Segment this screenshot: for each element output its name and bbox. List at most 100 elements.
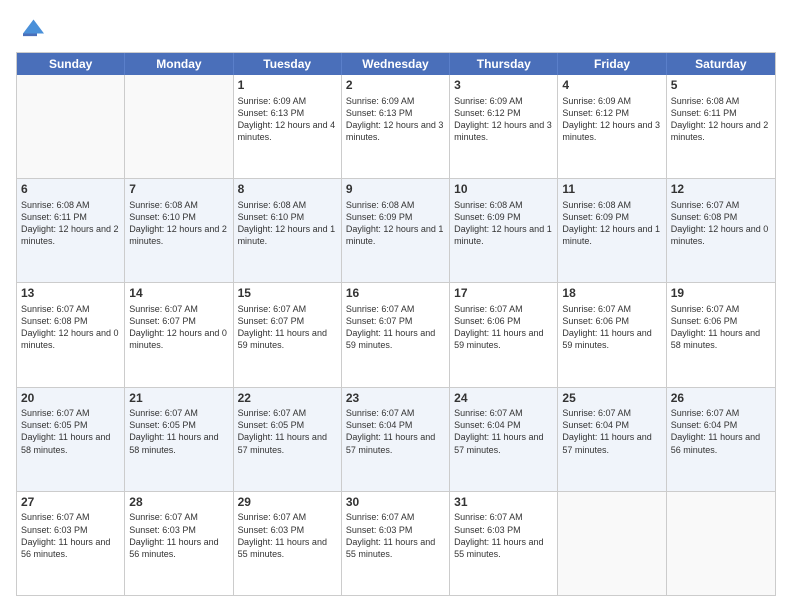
calendar-cell-0-4: 3Sunrise: 6:09 AM Sunset: 6:12 PM Daylig… — [450, 75, 558, 178]
calendar-cell-1-6: 12Sunrise: 6:07 AM Sunset: 6:08 PM Dayli… — [667, 179, 775, 282]
calendar-cell-0-1 — [125, 75, 233, 178]
calendar-cell-2-5: 18Sunrise: 6:07 AM Sunset: 6:06 PM Dayli… — [558, 283, 666, 386]
cell-info: Sunrise: 6:07 AM Sunset: 6:07 PM Dayligh… — [346, 303, 445, 352]
calendar-cell-2-1: 14Sunrise: 6:07 AM Sunset: 6:07 PM Dayli… — [125, 283, 233, 386]
day-number: 28 — [129, 495, 228, 511]
calendar-body: 1Sunrise: 6:09 AM Sunset: 6:13 PM Daylig… — [17, 75, 775, 595]
calendar-row-0: 1Sunrise: 6:09 AM Sunset: 6:13 PM Daylig… — [17, 75, 775, 178]
day-number: 31 — [454, 495, 553, 511]
cell-info: Sunrise: 6:08 AM Sunset: 6:10 PM Dayligh… — [238, 199, 337, 248]
calendar-cell-4-2: 29Sunrise: 6:07 AM Sunset: 6:03 PM Dayli… — [234, 492, 342, 595]
logo-icon — [16, 16, 44, 44]
calendar-row-2: 13Sunrise: 6:07 AM Sunset: 6:08 PM Dayli… — [17, 282, 775, 386]
cell-info: Sunrise: 6:07 AM Sunset: 6:06 PM Dayligh… — [671, 303, 771, 352]
cell-info: Sunrise: 6:07 AM Sunset: 6:06 PM Dayligh… — [562, 303, 661, 352]
day-number: 5 — [671, 78, 771, 94]
day-number: 11 — [562, 182, 661, 198]
cell-info: Sunrise: 6:09 AM Sunset: 6:12 PM Dayligh… — [562, 95, 661, 144]
calendar-cell-0-2: 1Sunrise: 6:09 AM Sunset: 6:13 PM Daylig… — [234, 75, 342, 178]
day-number: 23 — [346, 391, 445, 407]
calendar-cell-3-2: 22Sunrise: 6:07 AM Sunset: 6:05 PM Dayli… — [234, 388, 342, 491]
calendar-cell-3-3: 23Sunrise: 6:07 AM Sunset: 6:04 PM Dayli… — [342, 388, 450, 491]
cell-info: Sunrise: 6:07 AM Sunset: 6:05 PM Dayligh… — [238, 407, 337, 456]
weekday-header-friday: Friday — [558, 53, 666, 75]
day-number: 6 — [21, 182, 120, 198]
calendar: SundayMondayTuesdayWednesdayThursdayFrid… — [16, 52, 776, 596]
calendar-cell-2-3: 16Sunrise: 6:07 AM Sunset: 6:07 PM Dayli… — [342, 283, 450, 386]
day-number: 22 — [238, 391, 337, 407]
cell-info: Sunrise: 6:07 AM Sunset: 6:03 PM Dayligh… — [129, 511, 228, 560]
day-number: 17 — [454, 286, 553, 302]
cell-info: Sunrise: 6:07 AM Sunset: 6:04 PM Dayligh… — [671, 407, 771, 456]
cell-info: Sunrise: 6:07 AM Sunset: 6:07 PM Dayligh… — [238, 303, 337, 352]
calendar-row-1: 6Sunrise: 6:08 AM Sunset: 6:11 PM Daylig… — [17, 178, 775, 282]
calendar-cell-2-2: 15Sunrise: 6:07 AM Sunset: 6:07 PM Dayli… — [234, 283, 342, 386]
calendar-cell-4-0: 27Sunrise: 6:07 AM Sunset: 6:03 PM Dayli… — [17, 492, 125, 595]
cell-info: Sunrise: 6:07 AM Sunset: 6:04 PM Dayligh… — [562, 407, 661, 456]
weekday-header-wednesday: Wednesday — [342, 53, 450, 75]
day-number: 24 — [454, 391, 553, 407]
day-number: 14 — [129, 286, 228, 302]
cell-info: Sunrise: 6:07 AM Sunset: 6:08 PM Dayligh… — [671, 199, 771, 248]
cell-info: Sunrise: 6:07 AM Sunset: 6:05 PM Dayligh… — [129, 407, 228, 456]
calendar-cell-3-0: 20Sunrise: 6:07 AM Sunset: 6:05 PM Dayli… — [17, 388, 125, 491]
day-number: 19 — [671, 286, 771, 302]
page: SundayMondayTuesdayWednesdayThursdayFrid… — [0, 0, 792, 612]
day-number: 30 — [346, 495, 445, 511]
calendar-cell-1-2: 8Sunrise: 6:08 AM Sunset: 6:10 PM Daylig… — [234, 179, 342, 282]
cell-info: Sunrise: 6:07 AM Sunset: 6:03 PM Dayligh… — [454, 511, 553, 560]
cell-info: Sunrise: 6:07 AM Sunset: 6:08 PM Dayligh… — [21, 303, 120, 352]
cell-info: Sunrise: 6:08 AM Sunset: 6:09 PM Dayligh… — [562, 199, 661, 248]
calendar-header: SundayMondayTuesdayWednesdayThursdayFrid… — [17, 53, 775, 75]
calendar-cell-0-0 — [17, 75, 125, 178]
cell-info: Sunrise: 6:07 AM Sunset: 6:04 PM Dayligh… — [454, 407, 553, 456]
calendar-cell-2-0: 13Sunrise: 6:07 AM Sunset: 6:08 PM Dayli… — [17, 283, 125, 386]
day-number: 7 — [129, 182, 228, 198]
day-number: 21 — [129, 391, 228, 407]
day-number: 29 — [238, 495, 337, 511]
cell-info: Sunrise: 6:07 AM Sunset: 6:06 PM Dayligh… — [454, 303, 553, 352]
cell-info: Sunrise: 6:07 AM Sunset: 6:07 PM Dayligh… — [129, 303, 228, 352]
day-number: 2 — [346, 78, 445, 94]
day-number: 10 — [454, 182, 553, 198]
calendar-cell-0-3: 2Sunrise: 6:09 AM Sunset: 6:13 PM Daylig… — [342, 75, 450, 178]
cell-info: Sunrise: 6:07 AM Sunset: 6:03 PM Dayligh… — [238, 511, 337, 560]
calendar-cell-1-1: 7Sunrise: 6:08 AM Sunset: 6:10 PM Daylig… — [125, 179, 233, 282]
calendar-cell-3-4: 24Sunrise: 6:07 AM Sunset: 6:04 PM Dayli… — [450, 388, 558, 491]
cell-info: Sunrise: 6:08 AM Sunset: 6:10 PM Dayligh… — [129, 199, 228, 248]
weekday-header-saturday: Saturday — [667, 53, 775, 75]
weekday-header-sunday: Sunday — [17, 53, 125, 75]
weekday-header-monday: Monday — [125, 53, 233, 75]
cell-info: Sunrise: 6:09 AM Sunset: 6:12 PM Dayligh… — [454, 95, 553, 144]
weekday-header-tuesday: Tuesday — [234, 53, 342, 75]
day-number: 15 — [238, 286, 337, 302]
logo — [16, 16, 48, 44]
calendar-cell-0-6: 5Sunrise: 6:08 AM Sunset: 6:11 PM Daylig… — [667, 75, 775, 178]
cell-info: Sunrise: 6:07 AM Sunset: 6:05 PM Dayligh… — [21, 407, 120, 456]
day-number: 12 — [671, 182, 771, 198]
cell-info: Sunrise: 6:08 AM Sunset: 6:11 PM Dayligh… — [671, 95, 771, 144]
day-number: 13 — [21, 286, 120, 302]
day-number: 4 — [562, 78, 661, 94]
day-number: 18 — [562, 286, 661, 302]
day-number: 27 — [21, 495, 120, 511]
calendar-row-3: 20Sunrise: 6:07 AM Sunset: 6:05 PM Dayli… — [17, 387, 775, 491]
cell-info: Sunrise: 6:08 AM Sunset: 6:09 PM Dayligh… — [346, 199, 445, 248]
calendar-cell-1-4: 10Sunrise: 6:08 AM Sunset: 6:09 PM Dayli… — [450, 179, 558, 282]
cell-info: Sunrise: 6:07 AM Sunset: 6:04 PM Dayligh… — [346, 407, 445, 456]
calendar-cell-4-3: 30Sunrise: 6:07 AM Sunset: 6:03 PM Dayli… — [342, 492, 450, 595]
calendar-cell-3-6: 26Sunrise: 6:07 AM Sunset: 6:04 PM Dayli… — [667, 388, 775, 491]
day-number: 25 — [562, 391, 661, 407]
calendar-cell-2-4: 17Sunrise: 6:07 AM Sunset: 6:06 PM Dayli… — [450, 283, 558, 386]
calendar-cell-4-6 — [667, 492, 775, 595]
calendar-cell-4-5 — [558, 492, 666, 595]
calendar-row-4: 27 Sunrise: 6:07 AM Sunset: 6:03 PM Dayli… — [17, 491, 775, 595]
calendar-cell-4-4: 31Sunrise: 6:07 AM Sunset: 6:03 PM Dayli… — [450, 492, 558, 595]
calendar-cell-0-5: 4Sunrise: 6:09 AM Sunset: 6:12 PM Daylig… — [558, 75, 666, 178]
calendar-cell-1-5: 11Sunrise: 6:08 AM Sunset: 6:09 PM Dayli… — [558, 179, 666, 282]
day-number: 8 — [238, 182, 337, 198]
cell-info: Sunrise: 6:08 AM Sunset: 6:11 PM Dayligh… — [21, 199, 120, 248]
cell-info: Sunrise: 6:09 AM Sunset: 6:13 PM Dayligh… — [346, 95, 445, 144]
day-number: 26 — [671, 391, 771, 407]
calendar-cell-3-1: 21Sunrise: 6:07 AM Sunset: 6:05 PM Dayli… — [125, 388, 233, 491]
